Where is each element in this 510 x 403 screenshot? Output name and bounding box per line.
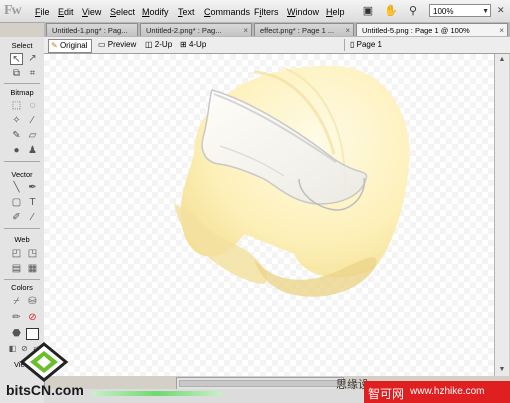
preview-icon: ▭	[98, 40, 106, 49]
menu-commands[interactable]: Commands	[204, 7, 250, 17]
hotspot-tool-icon[interactable]: ◰	[10, 248, 23, 260]
bitscn-text: bitsCN.com	[6, 382, 84, 398]
menu-file[interactable]: File	[35, 7, 50, 17]
bitscn-logo: bitsCN.com	[2, 342, 92, 403]
menu-help[interactable]: Help	[326, 7, 345, 17]
rubber-stamp-icon[interactable]: ♟	[26, 145, 39, 157]
view-2up-button[interactable]: ◫ 2-Up	[143, 39, 175, 51]
knife-tool-icon[interactable]: ⁄	[26, 212, 39, 224]
hand-tool-icon[interactable]: ✋	[384, 4, 398, 18]
tab-untitled-2[interactable]: Untitled-2.png* : Pag... ×	[140, 23, 252, 36]
subselect-tool-icon[interactable]: ↗	[26, 53, 39, 65]
tab-effect[interactable]: effect.png* : Page 1 ... ×	[254, 23, 354, 36]
scale-tool-icon[interactable]: ⧉	[10, 68, 23, 80]
lasso-tool-icon[interactable]: ◌	[26, 100, 39, 112]
section-bitmap: Bitmap	[10, 88, 34, 97]
zoom-tool-icon[interactable]: ⚲	[406, 4, 420, 18]
document-tab-bar: Untitled-1.png* : Pag... Untitled-2.png*…	[44, 22, 510, 38]
freeform-tool-icon[interactable]: ✐	[10, 212, 23, 224]
eyedropper-icon[interactable]: ⌿	[10, 296, 23, 308]
view-preview-button[interactable]: ▭ Preview	[96, 39, 139, 51]
bitscn-mark-icon	[19, 342, 69, 382]
page-icon: ▯	[350, 40, 355, 49]
screen-mode-icon[interactable]: ▣	[361, 4, 375, 18]
pen-tool-icon[interactable]: ✒	[26, 182, 39, 194]
paint-bucket-icon[interactable]: ⛁	[26, 296, 39, 308]
line-tool-icon[interactable]: ╲	[10, 182, 23, 194]
crop-tool-icon[interactable]: ⌗	[26, 68, 39, 80]
four-up-icon: ⊞	[180, 40, 187, 49]
view-bar: ✎ Original ▭ Preview ◫ 2-Up ⊞ 4-Up ▯ Pag…	[44, 37, 510, 54]
brush-tool-icon[interactable]: ⁄	[26, 115, 39, 127]
divider	[344, 39, 345, 51]
watermark-site: 智可网	[368, 387, 405, 401]
pencil-icon: ✎	[51, 41, 58, 50]
menu-edit[interactable]: Edit	[58, 7, 74, 17]
text-tool-icon[interactable]: T	[26, 197, 39, 209]
menu-view[interactable]: View	[82, 7, 101, 17]
pointer-tool-icon[interactable]: ↖	[10, 53, 23, 65]
page-select[interactable]: ▯ Page 1	[350, 39, 382, 51]
two-up-icon: ◫	[145, 40, 153, 49]
menu-bar: Fw File Edit View Select Modify Text Com…	[0, 0, 510, 23]
scroll-thumb[interactable]	[179, 380, 341, 387]
eraser-tool-icon[interactable]: ▱	[26, 130, 39, 142]
close-icon[interactable]: ×	[345, 24, 350, 36]
close-icon[interactable]: ×	[499, 24, 504, 36]
menu-text[interactable]: Text	[178, 7, 195, 17]
divider	[4, 83, 40, 84]
section-colors: Colors	[11, 283, 33, 292]
fireworks-logo: Fw	[4, 3, 22, 18]
view-4up-button[interactable]: ⊞ 4-Up	[178, 39, 209, 51]
pencil-tool-icon[interactable]: ✎	[10, 130, 23, 142]
divider	[4, 228, 40, 229]
fill-swatch-icon[interactable]	[26, 328, 39, 340]
slice-tool-icon[interactable]: ◳	[26, 248, 39, 260]
rectangle-tool-icon[interactable]: ▢	[10, 197, 23, 209]
section-vector: Vector	[11, 170, 33, 179]
chevron-down-icon: ▼	[482, 8, 489, 15]
view-original-button[interactable]: ✎ Original	[48, 39, 92, 53]
magic-wand-icon[interactable]: ✧	[10, 115, 23, 127]
zoom-select[interactable]: 100% ▼	[429, 4, 491, 17]
section-web: Web	[14, 235, 30, 244]
menu-filters[interactable]: Filters	[254, 7, 279, 17]
blur-tool-icon[interactable]: ●	[10, 145, 23, 157]
divider	[4, 279, 40, 280]
marquee-tool-icon[interactable]: ⬚	[10, 100, 23, 112]
hard-hat-image	[174, 65, 410, 297]
stroke-color-icon[interactable]: ✏	[10, 312, 23, 324]
close-icon[interactable]: ×	[243, 24, 248, 36]
close-icon[interactable]: ✕	[497, 5, 505, 16]
menu-window[interactable]: Window	[287, 7, 319, 17]
vertical-scrollbar[interactable]: ▲ ▼	[494, 54, 509, 376]
show-slices-icon[interactable]: ▦	[26, 263, 39, 275]
watermark-banner: 智可网 www.hzhike.com	[364, 381, 510, 403]
menu-select[interactable]: Select	[110, 7, 135, 17]
scroll-down-icon[interactable]: ▼	[495, 364, 509, 376]
fill-color-icon[interactable]: ⬣	[10, 328, 23, 340]
menu-modify[interactable]: Modify	[142, 7, 169, 17]
divider	[4, 161, 40, 162]
tab-untitled-5[interactable]: Untitled-5.png : Page 1 @ 100% ×	[356, 23, 508, 36]
stroke-swatch-icon[interactable]: ⊘	[26, 312, 39, 324]
section-select: Select	[11, 41, 33, 50]
progress-glow	[92, 391, 222, 396]
document-canvas[interactable]	[44, 54, 494, 376]
scroll-up-icon[interactable]: ▲	[495, 54, 509, 66]
watermark-url: www.hzhike.com	[410, 386, 485, 397]
hide-slices-icon[interactable]: ▤	[10, 263, 23, 275]
tab-untitled-1[interactable]: Untitled-1.png* : Pag...	[46, 23, 138, 36]
